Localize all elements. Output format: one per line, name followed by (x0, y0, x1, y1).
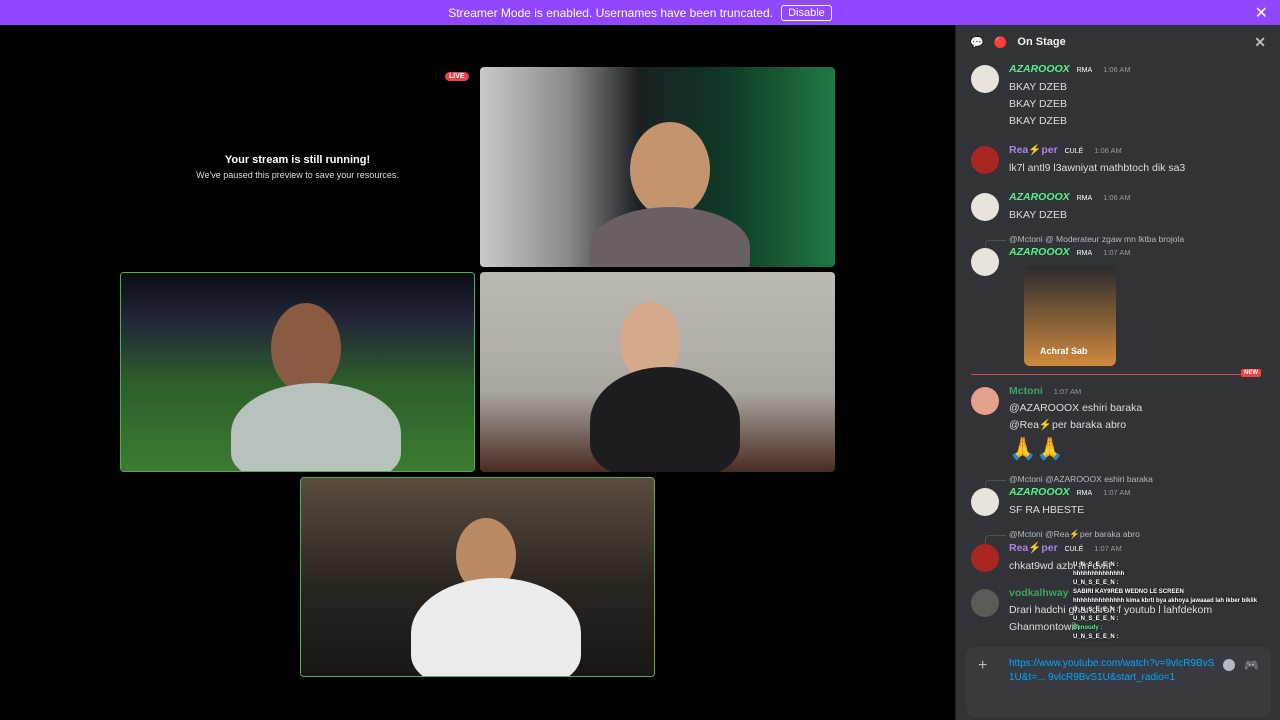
overlay-line: U_N_S_E_E_N : (1073, 616, 1119, 622)
timestamp: 1:07 AM (1103, 488, 1131, 497)
role-badge: RMA (1076, 67, 1093, 74)
avatar[interactable] (971, 544, 999, 572)
timestamp: 1:07 AM (1094, 544, 1122, 553)
overlay-line: Benoudy : (1073, 625, 1103, 631)
paused-subtitle: We've paused this preview to save your r… (196, 170, 399, 180)
sticker-caption: Achraf Sab (1040, 346, 1088, 356)
video-tile[interactable] (300, 477, 655, 677)
video-tile[interactable] (480, 67, 835, 267)
emoji-icon[interactable] (1223, 659, 1235, 671)
chat-message: AZAROOOX RMA 1:06 AM BKAY DZEB BKAY DZEB… (971, 61, 1280, 130)
overlay-line: U_N_S_E_E_N : (1073, 634, 1119, 640)
message-input[interactable]: https://www.youtube.com/watch?v=9vlcR9Bv… (1009, 657, 1219, 685)
overlay-line: hhhhhhhhhhhhhh kima kbrti bya akhoya jaw… (1073, 598, 1258, 604)
avatar[interactable] (971, 193, 999, 221)
message-text: BKAY DZEB (1009, 81, 1067, 93)
streamer-mode-banner: Streamer Mode is enabled. Usernames have… (0, 0, 1280, 25)
username[interactable]: AZAROOOX (1009, 63, 1070, 75)
chat-message: Rea⚡per CULÉ 1:06 AM lk7l antl9 l3awniya… (971, 142, 1280, 177)
stage-area: Your stream is still running! We've paus… (0, 25, 955, 720)
gamepad-icon[interactable]: 🎮 (1244, 658, 1259, 672)
role-badge: CULÉ (1064, 546, 1084, 553)
timestamp: 1:07 AM (1103, 248, 1131, 257)
username[interactable]: AZAROOOX (1009, 246, 1070, 258)
message-text: BKAY DZEB (1009, 115, 1067, 127)
stream-chat-overlay: U_N_S_E_E_N : hhhhhhhhhhhhhh U_N_S_E_E_N… (1073, 561, 1273, 642)
message-text: BKAY DZEB (1009, 98, 1067, 110)
banner-text: Streamer Mode is enabled. Usernames have… (448, 5, 774, 20)
role-badge: RMA (1076, 250, 1093, 257)
message-composer[interactable]: + https://www.youtube.com/watch?v=9vlcR9… (966, 647, 1271, 717)
close-icon[interactable]: ✕ (1254, 34, 1266, 51)
message-text: BKAY DZEB (1009, 209, 1067, 221)
timestamp: 1:06 AM (1103, 193, 1131, 202)
chat-message: Mctoni 1:07 AM @AZAROOOX eshiri baraka @… (971, 383, 1280, 464)
sidebar-header: 💬 🔴 On Stage ✕ (956, 25, 1280, 59)
username[interactable]: vodkalhway (1009, 587, 1069, 599)
message-text: @Rea⚡per baraka abro (1009, 419, 1127, 431)
timestamp: 1:07 AM (1053, 387, 1082, 396)
new-messages-divider: NEW (971, 369, 1261, 377)
avatar[interactable] (971, 589, 999, 617)
message-text: @AZAROOOX eshiri baraka (1009, 402, 1143, 414)
overlay-line: U_N_S_E_E_N : (1073, 562, 1119, 568)
timestamp: 1:06 AM (1103, 65, 1131, 74)
role-badge: CULÉ (1064, 148, 1084, 155)
chat-message: AZAROOOX RMA 1:06 AM BKAY DZEB (971, 189, 1280, 224)
disable-button[interactable]: Disable (781, 4, 832, 21)
sidebar-title: On Stage (1017, 36, 1066, 48)
message-text: lk7l antl9 l3awniyat mathbtoch dik sa3 (1009, 162, 1186, 174)
reply-preview[interactable]: @Mctoni @Rea⚡per baraka abro (971, 529, 1280, 544)
video-tile[interactable] (120, 272, 475, 472)
reply-preview[interactable]: @Mctoni @AZAROOOX eshiri baraka (971, 474, 1280, 489)
new-label: NEW (1241, 369, 1261, 377)
live-badge: LIVE (445, 72, 469, 81)
close-icon[interactable]: ✕ (1255, 3, 1268, 23)
overlay-line: SABIRI KAY9REB WEDNO LE SCREEN (1073, 589, 1184, 595)
username[interactable]: Rea⚡per (1009, 542, 1058, 554)
avatar[interactable] (971, 488, 999, 516)
username[interactable]: AZAROOOX (1009, 191, 1070, 203)
avatar[interactable] (971, 146, 999, 174)
chat-icon: 💬 (970, 36, 984, 49)
username[interactable]: Rea⚡per (1009, 144, 1058, 156)
sticker-image[interactable]: Achraf Sab (1024, 266, 1116, 366)
add-attachment-icon[interactable]: + (978, 657, 987, 675)
timestamp: 1:06 AM (1094, 146, 1122, 155)
role-badge: RMA (1076, 490, 1093, 497)
chat-message: AZAROOOX RMA 1:07 AM Achraf Sab (971, 244, 1280, 366)
reply-preview[interactable]: @Mctoni @ Moderateur zgaw mn lktba brojo… (971, 234, 1280, 249)
overlay-line: U_N_S_E_E_N : (1073, 607, 1119, 613)
emoji-message: 🙏🙏 (1009, 436, 1064, 461)
overlay-line: U_N_S_E_E_N : (1073, 580, 1119, 586)
avatar[interactable] (971, 248, 999, 276)
username[interactable]: AZAROOOX (1009, 486, 1070, 498)
avatar[interactable] (971, 387, 999, 415)
message-text: SF RA HBESTE (1009, 504, 1085, 516)
stage-icon: 🔴 (993, 36, 1008, 49)
chat-message: AZAROOOX RMA 1:07 AM SF RA HBESTE (971, 484, 1280, 519)
video-tile[interactable] (480, 272, 835, 472)
role-badge: RMA (1076, 195, 1093, 202)
overlay-line: hhhhhhhhhhhhhh (1073, 571, 1125, 577)
avatar[interactable] (971, 65, 999, 93)
paused-title: Your stream is still running! (224, 154, 371, 166)
stream-paused-notice: Your stream is still running! We've paus… (120, 67, 475, 267)
username[interactable]: Mctoni (1009, 385, 1043, 397)
